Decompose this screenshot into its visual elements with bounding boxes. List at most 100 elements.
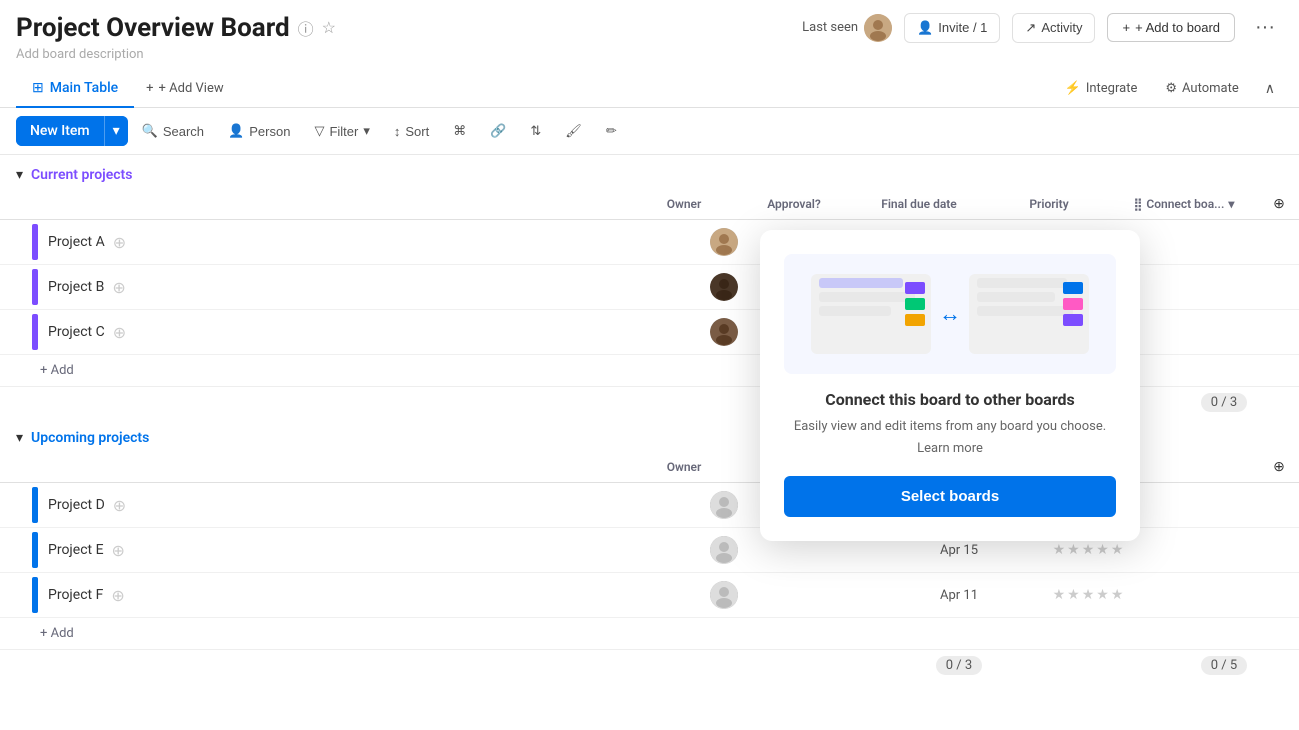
table-row: Project F ⊕ Apr 11 ★★★★★: [0, 573, 1299, 618]
last-seen: Last seen: [802, 14, 892, 42]
tab-main-table[interactable]: ⊞ Main Table: [16, 70, 134, 108]
collapse-rows-icon: ⇅: [530, 123, 541, 139]
sort-button[interactable]: ↕ Sort: [384, 118, 439, 145]
row-item-name[interactable]: Project E ⊕: [38, 533, 669, 568]
row-add-icon[interactable]: ⊕: [113, 496, 126, 515]
upcoming-col-add[interactable]: ⊕: [1259, 459, 1299, 475]
avatar: [710, 491, 738, 519]
add-to-board-button[interactable]: + + Add to board: [1107, 13, 1235, 42]
avatar: [710, 273, 738, 301]
brush-icon: 🖌: [565, 123, 582, 139]
new-item-button[interactable]: New Item ▾: [16, 116, 128, 146]
row-owner-cell[interactable]: [669, 573, 779, 617]
board-mini-right: [969, 274, 1089, 354]
toolbar: New Item ▾ 🔍 Search 👤 Person ▽ Filter ▾ …: [0, 108, 1299, 155]
current-projects-name: Current projects: [31, 167, 132, 183]
row-add-icon[interactable]: ⊕: [113, 323, 126, 342]
row-add-icon[interactable]: ⊕: [111, 586, 124, 605]
col-owner: Owner: [629, 189, 739, 219]
current-projects-col-headers: Owner Approval? Final due date Priority …: [0, 189, 1299, 220]
row-item-name[interactable]: Project F ⊕: [38, 578, 669, 613]
upcoming-projects-add-row[interactable]: + Add: [0, 618, 1299, 649]
board-description[interactable]: Add board description: [0, 43, 1299, 70]
row-add-icon[interactable]: ⊕: [113, 233, 126, 252]
person-filter-button[interactable]: 👤 Person: [218, 117, 300, 145]
extra-btn-2[interactable]: 🔗: [480, 117, 516, 145]
link-icon: 🔗: [490, 123, 506, 139]
col-item-name: [22, 196, 629, 212]
col-due-date: Final due date: [849, 189, 989, 219]
extra-btn-4[interactable]: 🖌: [555, 117, 592, 145]
avatar: [710, 581, 738, 609]
upcoming-projects-name: Upcoming projects: [31, 430, 149, 446]
row-item-name[interactable]: Project A ⊕: [38, 225, 669, 260]
search-button[interactable]: 🔍 Search: [132, 117, 214, 145]
new-item-dropdown[interactable]: ▾: [104, 116, 128, 146]
extra-btn-5[interactable]: ✏: [596, 117, 627, 145]
upcoming-priority-count: 0 / 5: [1201, 656, 1247, 675]
popup-learn-more[interactable]: Learn more: [784, 441, 1116, 456]
header: Project Overview Board ⓘ ☆ Last seen 👤 I…: [0, 0, 1299, 43]
connect-board-grid-icon: ⣿: [1134, 197, 1143, 211]
row-connect-cell[interactable]: [1149, 324, 1299, 340]
new-item-main[interactable]: New Item: [16, 116, 104, 146]
row-connect-cell[interactable]: [1149, 279, 1299, 295]
filter-icon: ▽: [314, 123, 324, 139]
row-add-icon[interactable]: ⊕: [112, 541, 125, 560]
filter-button[interactable]: ▽ Filter ▾: [304, 117, 379, 145]
upcoming-col-item-name: [22, 459, 629, 475]
row-approval-cell[interactable]: [779, 587, 889, 603]
row-connect-cell[interactable]: [1149, 587, 1299, 603]
extra-btn-1[interactable]: ⌘: [443, 117, 476, 145]
avatar: [864, 14, 892, 42]
row-item-name[interactable]: Project B ⊕: [38, 270, 669, 305]
tabs-bar: ⊞ Main Table + + Add View ⚡ Integrate ⚙ …: [0, 70, 1299, 108]
sort-icon: ↕: [394, 124, 401, 139]
row-due-cell[interactable]: Apr 11: [889, 580, 1029, 611]
current-priority-count: 0 / 3: [1201, 393, 1247, 412]
row-connect-cell[interactable]: [1149, 542, 1299, 558]
row-connect-cell[interactable]: [1149, 497, 1299, 513]
popup-title: Connect this board to other boards: [784, 390, 1116, 409]
plus-icon: +: [1122, 20, 1130, 35]
integrate-icon: ⚡: [1065, 81, 1081, 96]
row-connect-cell[interactable]: [1149, 234, 1299, 250]
person-icon: 👤: [228, 123, 244, 139]
more-options-button[interactable]: ···: [1247, 12, 1283, 43]
activity-button[interactable]: ↗ Activity: [1012, 13, 1095, 43]
last-seen-label: Last seen: [802, 20, 858, 35]
add-view-tab[interactable]: + + Add View: [134, 71, 235, 106]
star-icon[interactable]: ☆: [322, 18, 336, 37]
pen-icon: ✏: [606, 123, 617, 139]
col-add-column[interactable]: ⊕: [1259, 196, 1299, 212]
row-approval-cell[interactable]: [779, 542, 889, 558]
invite-button[interactable]: 👤 Invite / 1: [904, 13, 1000, 43]
upcoming-projects-footer: 0 / 3 0 / 5: [0, 649, 1299, 681]
search-icon: 🔍: [142, 123, 158, 139]
row-priority-cell[interactable]: ★★★★★: [1029, 579, 1149, 611]
integrate-button[interactable]: ⚡ Integrate: [1055, 75, 1148, 102]
connect-board-popup: ↔ Connect this board to other boards Eas…: [760, 230, 1140, 541]
popup-illustration: ↔: [784, 254, 1116, 374]
connect-board-chevron[interactable]: ▾: [1228, 197, 1234, 211]
row-item-name[interactable]: Project D ⊕: [38, 488, 669, 523]
avatar: [710, 318, 738, 346]
group-toggle-upcoming[interactable]: ▾: [16, 430, 23, 446]
lasso-icon: ⌘: [453, 123, 466, 139]
activity-icon: ↗: [1025, 20, 1036, 36]
filter-chevron: ▾: [363, 123, 370, 139]
select-boards-button[interactable]: Select boards: [784, 476, 1116, 517]
board-mini-left: [811, 274, 931, 354]
collapse-button[interactable]: ∧: [1257, 77, 1283, 101]
col-connect-board: ⣿ Connect boa... ▾: [1109, 189, 1259, 219]
automate-icon: ⚙: [1165, 81, 1177, 96]
automate-button[interactable]: ⚙ Automate: [1155, 75, 1248, 102]
extra-btn-3[interactable]: ⇅: [520, 117, 551, 145]
group-toggle-current[interactable]: ▾: [16, 167, 23, 183]
upcoming-count: 0 / 3: [936, 656, 982, 675]
row-add-icon[interactable]: ⊕: [112, 278, 125, 297]
avatar: [710, 536, 738, 564]
info-icon[interactable]: ⓘ: [298, 16, 314, 40]
row-item-name[interactable]: Project C ⊕: [38, 315, 669, 350]
avatar: [710, 228, 738, 256]
